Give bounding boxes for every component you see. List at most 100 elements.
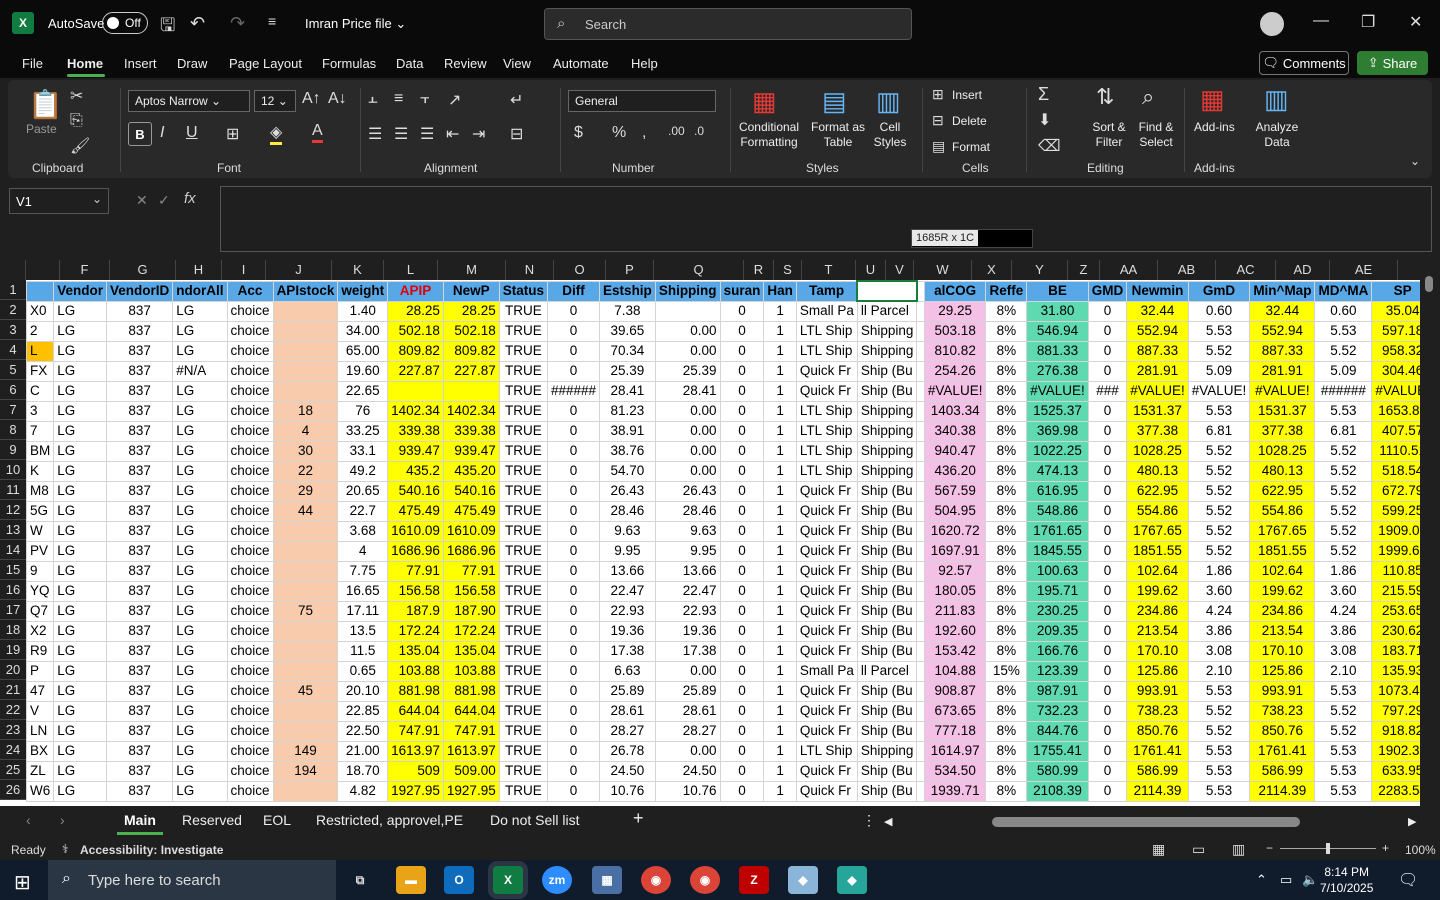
cell[interactable]: 552.94 — [1249, 320, 1316, 342]
cell[interactable]: 33.25 — [337, 420, 389, 442]
cell[interactable]: 1939.71 — [923, 780, 987, 802]
column-title[interactable] — [916, 280, 925, 302]
cell[interactable]: 0 — [1087, 660, 1128, 682]
column-title[interactable]: suran — [719, 280, 765, 302]
row-header[interactable]: 19 — [0, 640, 26, 660]
cell[interactable]: 0 — [546, 300, 601, 322]
cell[interactable]: 502.18 — [387, 320, 444, 342]
cell[interactable]: 1.40 — [337, 300, 389, 322]
cell[interactable]: 92.57 — [923, 560, 987, 582]
cell[interactable]: Ship (Bu — [856, 620, 918, 642]
cell[interactable]: choice — [226, 460, 274, 482]
cell[interactable]: LG — [53, 740, 108, 762]
cell[interactable] — [916, 720, 925, 742]
notes-app-icon[interactable]: ◆ — [788, 866, 818, 894]
cell[interactable]: ll Parcel — [856, 660, 918, 682]
cell[interactable]: 227.87 — [442, 360, 500, 382]
cell[interactable] — [916, 680, 925, 702]
cell[interactable]: 837 — [106, 380, 174, 402]
cell[interactable]: 102.64 — [1249, 560, 1316, 582]
cell[interactable]: 0 — [1087, 500, 1128, 522]
column-header[interactable]: AE — [1330, 260, 1398, 280]
cell[interactable]: 0 — [719, 720, 765, 742]
comments-button[interactable]: 🗨 Comments — [1259, 51, 1349, 75]
cell[interactable]: 9.95 — [654, 540, 721, 562]
cell[interactable]: 887.33 — [1249, 340, 1316, 362]
cell[interactable]: 586.99 — [1249, 760, 1316, 782]
cell[interactable]: LG — [172, 680, 228, 702]
taskbar-search[interactable]: ⌕ Type here to search — [48, 860, 336, 900]
cell[interactable]: 407.57 — [1371, 420, 1420, 442]
cell[interactable]: 0 — [1087, 440, 1128, 462]
decrease-indent-icon[interactable]: ⇤ — [446, 124, 459, 144]
cell[interactable]: 2283.54 — [1371, 780, 1420, 802]
cell[interactable]: 8% — [985, 740, 1028, 762]
cell[interactable]: 211.83 — [923, 600, 987, 622]
cell[interactable]: 0 — [546, 640, 601, 662]
column-header[interactable]: F — [60, 260, 110, 280]
cell[interactable]: 32.44 — [1249, 300, 1316, 322]
row-header[interactable]: 12 — [0, 500, 26, 520]
cell[interactable]: LTL Ship — [795, 440, 858, 462]
cell[interactable]: 0 — [546, 600, 601, 622]
cell[interactable]: 633.95 — [1371, 760, 1420, 782]
column-title[interactable]: APIP — [387, 280, 444, 302]
cell[interactable]: 7.38 — [599, 300, 656, 322]
column-title[interactable]: GmD — [1187, 280, 1251, 302]
cell[interactable]: LG — [53, 760, 108, 782]
font-name-select[interactable]: Aptos Narrow ⌄ — [128, 90, 250, 112]
cell[interactable]: 230.62 — [1371, 620, 1420, 642]
cell[interactable]: 5.52 — [1187, 520, 1251, 542]
cell[interactable]: Shipping — [856, 340, 918, 362]
cell[interactable]: 0 — [546, 660, 601, 682]
cell[interactable]: TRUE — [498, 500, 548, 522]
cell[interactable] — [272, 720, 339, 742]
cell[interactable]: 8% — [985, 540, 1028, 562]
decrease-font-icon[interactable]: A↓ — [328, 90, 347, 108]
tab-options-icon[interactable]: ⋮ — [862, 812, 876, 829]
cell[interactable]: 0 — [546, 420, 601, 442]
accessibility-status[interactable]: Accessibility: Investigate — [80, 843, 223, 857]
cell[interactable]: 234.86 — [1126, 600, 1189, 622]
cell[interactable]: BX — [25, 740, 55, 762]
cell[interactable]: 0 — [719, 520, 765, 542]
cell[interactable]: 13.66 — [654, 560, 721, 582]
cell[interactable]: 1 — [763, 360, 797, 382]
cell[interactable]: 25.89 — [599, 680, 656, 702]
cell[interactable]: 33.1 — [337, 440, 389, 462]
cell[interactable] — [916, 580, 925, 602]
cell[interactable]: X0 — [25, 300, 55, 322]
cell[interactable]: 15% — [985, 660, 1028, 682]
cell[interactable]: 548.86 — [1026, 500, 1089, 522]
chrome-icon[interactable]: ◉ — [641, 866, 671, 894]
cell[interactable] — [916, 320, 925, 342]
cell[interactable] — [272, 660, 339, 682]
cell[interactable]: 5.52 — [1187, 440, 1251, 462]
column-title[interactable]: Vendor — [53, 280, 108, 302]
cell[interactable]: choice — [226, 580, 274, 602]
row-header[interactable]: 14 — [0, 540, 26, 560]
cell[interactable]: 38.91 — [599, 420, 656, 442]
cell[interactable]: 49.2 — [337, 460, 389, 482]
cell[interactable]: 17.38 — [599, 640, 656, 662]
cell[interactable]: choice — [226, 600, 274, 622]
cell[interactable]: 837 — [106, 740, 174, 762]
cell-area[interactable]: Vendor VendorID ndorAll Acc APIstock weight AP… — [25, 280, 1420, 802]
cell[interactable]: 0 — [546, 720, 601, 742]
cell[interactable]: 1686.96 — [442, 540, 500, 562]
cell[interactable]: 8% — [985, 300, 1028, 322]
cell[interactable]: 1 — [763, 460, 797, 482]
cell[interactable]: choice — [226, 560, 274, 582]
cell[interactable]: 1927.95 — [387, 780, 444, 802]
cell[interactable]: 837 — [106, 600, 174, 622]
cell[interactable]: 939.47 — [442, 440, 500, 462]
cell[interactable]: 0 — [1087, 420, 1128, 442]
cell[interactable]: 958.32 — [1371, 340, 1420, 362]
cell[interactable] — [272, 360, 339, 382]
cell[interactable]: 436.20 — [923, 460, 987, 482]
zoom-out-icon[interactable]: − — [1266, 841, 1273, 855]
column-title[interactable]: alCOG — [923, 280, 987, 302]
cell[interactable]: ###### — [546, 380, 601, 402]
cell[interactable]: 0 — [1087, 600, 1128, 622]
cell[interactable]: 0.00 — [654, 460, 721, 482]
